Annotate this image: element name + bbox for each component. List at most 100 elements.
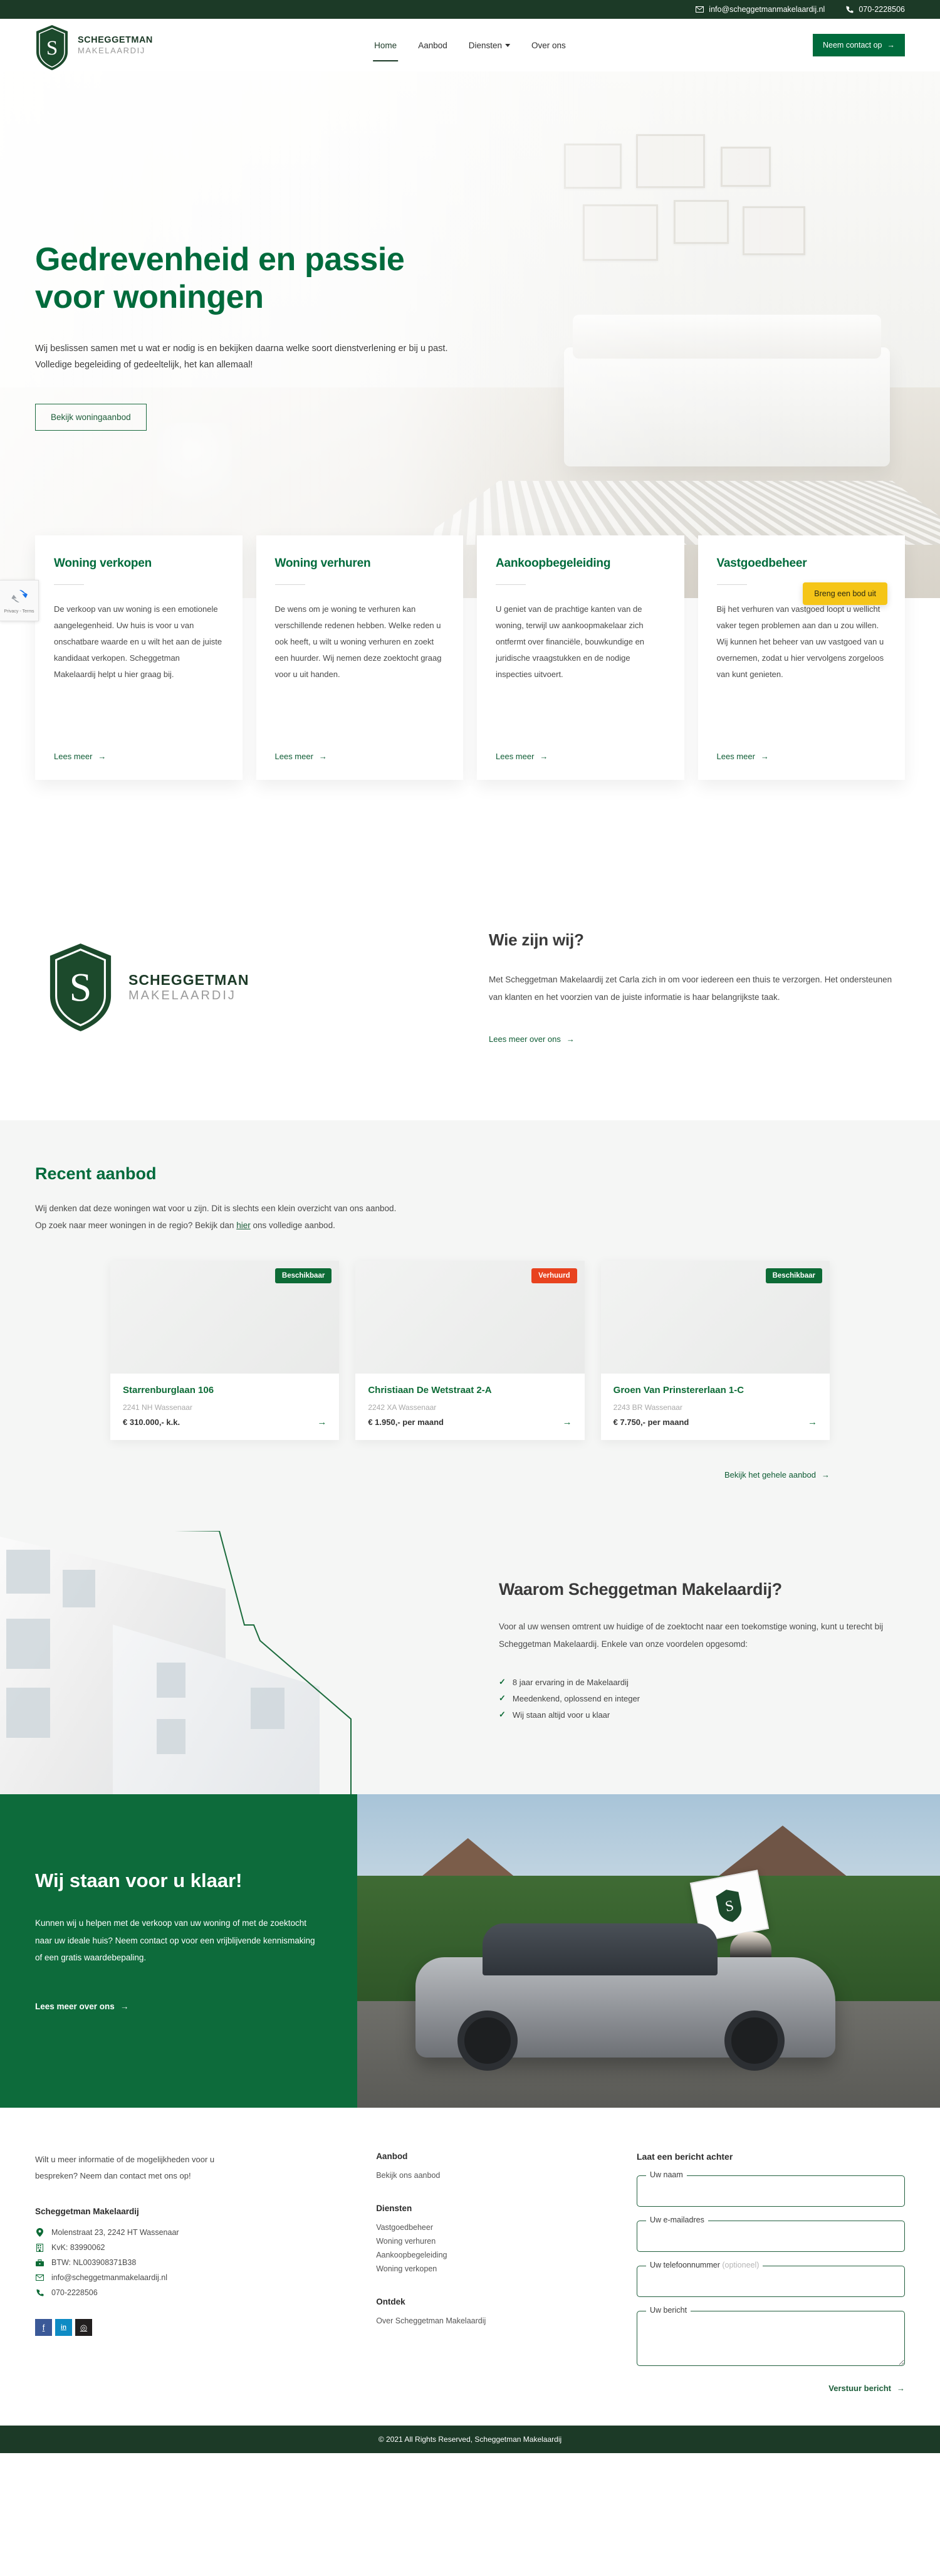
recent-inline-link[interactable]: hier	[236, 1221, 251, 1230]
recaptcha-separator: -	[19, 609, 21, 614]
divider	[274, 584, 305, 585]
recaptcha-badge[interactable]: Privacy - Terms	[0, 580, 39, 621]
arrow-right-icon: →	[897, 2384, 905, 2394]
footer-link[interactable]: Over Scheggetman Makelaardij	[376, 2314, 604, 2328]
facebook-icon[interactable]: f	[35, 2319, 52, 2337]
footer-detail-email[interactable]: info@scheggetmanmakelaardij.nl	[35, 2270, 343, 2285]
cta-heading: Wij staan voor u klaar!	[35, 1869, 243, 1892]
topbar-email-link[interactable]: info@scheggetmanmakelaardij.nl	[696, 5, 825, 14]
shield-logo-icon: S	[35, 24, 69, 71]
recaptcha-privacy-label[interactable]: Privacy	[4, 609, 18, 614]
about-heading: Wie zijn wij?	[489, 930, 584, 949]
property-image: Verhuurd	[355, 1261, 585, 1374]
arrow-right-icon: →	[562, 1417, 572, 1428]
about-read-more-label: Lees meer over ons	[489, 1034, 561, 1044]
brand-logo-link[interactable]: S SCHEGGETMAN MAKELAARDIJ	[35, 19, 153, 71]
divider	[54, 584, 84, 585]
recent-subtext-before: Op zoek naar meer woningen in de regio? …	[35, 1221, 237, 1231]
nav-item-over-ons[interactable]: Over ons	[530, 37, 567, 54]
property-card[interactable]: Beschikbaar Starrenburglaan 106 2241 NH …	[110, 1261, 340, 1441]
shield-logo-icon: S	[716, 1890, 742, 1922]
why-paragraph: Voor al uw wensen omtrent uw huidige of …	[499, 1622, 884, 1649]
footer-detail-phone[interactable]: 070-2228506	[35, 2285, 343, 2300]
service-read-more-label: Lees meer	[496, 752, 535, 761]
cta-content: Wij staan voor u klaar! Kunnen wij u hel…	[0, 1794, 357, 2108]
arrow-right-icon: →	[566, 1034, 575, 1044]
instagram-icon[interactable]: ◎	[75, 2319, 92, 2337]
email-input[interactable]	[637, 2221, 905, 2253]
name-input[interactable]	[637, 2175, 905, 2207]
service-card[interactable]: Woning verkopen De verkoop van uw woning…	[35, 535, 243, 780]
nav-item-home[interactable]: Home	[373, 37, 399, 61]
service-card[interactable]: Vastgoedbeheer Bij het verhuren van vast…	[697, 535, 905, 780]
property-zip: 2242 XA Wassenaar	[368, 1403, 437, 1412]
footer-link[interactable]: Aankoopbegeleiding	[376, 2248, 604, 2262]
site-footer: Wilt u meer informatie of de mogelijkhed…	[0, 2108, 940, 2426]
divider	[716, 584, 747, 585]
nav-item-diensten[interactable]: Diensten	[467, 37, 511, 54]
footer-detail-address: Molenstraat 23, 2242 HT Wassenaar	[35, 2225, 343, 2240]
property-zip: 2243 BR Wassenaar	[613, 1403, 682, 1412]
brand-name-secondary: MAKELAARDIJ	[78, 45, 145, 55]
phone-field-label-text: Uw telefoonnummer	[650, 2261, 720, 2270]
footer-link[interactable]: Woning verhuren	[376, 2234, 604, 2248]
submit-message-button[interactable]: Verstuur bericht →	[828, 2384, 905, 2393]
footer-link[interactable]: Bekijk ons aanbod	[376, 2169, 604, 2182]
why-list-item-label: Wij staan altijd voor u klaar	[512, 1710, 610, 1720]
svg-text:S: S	[46, 37, 58, 60]
service-card[interactable]: Woning verhuren De wens om je woning te …	[256, 535, 463, 780]
services-band: Woning verkopen De verkoop van uw woning…	[0, 535, 940, 786]
header-contact-button[interactable]: Neem contact op →	[813, 34, 905, 56]
briefcase-icon	[35, 2259, 44, 2266]
make-an-offer-button[interactable]: Breng een bod uit	[803, 582, 887, 605]
message-field-wrapper: Uw bericht	[637, 2306, 905, 2369]
service-read-more-link[interactable]: Lees meer →	[275, 752, 445, 761]
service-card-text: De wens om je woning te verhuren kan ver…	[274, 604, 442, 679]
service-card[interactable]: Aankoopbegeleiding U geniet van de prach…	[477, 535, 684, 780]
why-section: Waarom Scheggetman Makelaardij? Voor al …	[0, 1531, 940, 1795]
contact-form: Laat een bericht achter Uw naam Uw e-mai…	[637, 2152, 905, 2394]
email-field-label: Uw e-mailadres	[646, 2216, 708, 2225]
hero-paragraph: Wij beslissen samen met u wat er nodig i…	[35, 343, 448, 371]
linkedin-icon[interactable]: in	[55, 2319, 72, 2337]
phone-input[interactable]	[637, 2266, 905, 2298]
page-root: info@scheggetmanmakelaardij.nl 070-22285…	[0, 0, 940, 2454]
header-contact-button-label: Neem contact op	[823, 41, 882, 50]
footer-link[interactable]: Vastgoedbeheer	[376, 2221, 604, 2234]
phone-icon	[846, 6, 854, 13]
footer-detail-text: 070-2228506	[51, 2288, 98, 2298]
arrow-right-icon: →	[98, 752, 107, 761]
property-image: Beschikbaar	[600, 1261, 830, 1374]
about-read-more-link[interactable]: Lees meer over ons →	[489, 1034, 575, 1044]
service-read-more-link[interactable]: Lees meer →	[496, 752, 666, 761]
footer-group-heading: Diensten	[376, 2204, 412, 2214]
service-read-more-label: Lees meer	[716, 752, 755, 761]
property-title: Groen Van Prinstererlaan 1-C	[613, 1385, 744, 1396]
service-read-more-link[interactable]: Lees meer →	[54, 752, 224, 761]
view-all-listings-link[interactable]: Bekijk het gehele aanbod →	[724, 1470, 830, 1480]
recent-subtext-line1: Wij denken dat deze woningen wat voor u …	[35, 1203, 397, 1213]
topbar-phone-link[interactable]: 070-2228506	[846, 5, 905, 14]
arrow-right-icon: →	[120, 2002, 129, 2012]
message-textarea[interactable]	[637, 2311, 905, 2367]
service-read-more-link[interactable]: Lees meer →	[717, 752, 887, 761]
cta-read-more-link[interactable]: Lees meer over ons →	[35, 2002, 128, 2011]
recent-heading: Recent aanbod	[35, 1164, 157, 1183]
service-card-text: Bij het verhuren van vastgoed loopt u we…	[716, 604, 884, 679]
nav-item-diensten-label: Diensten	[468, 40, 503, 50]
property-price: € 1.950,- per maand	[368, 1417, 444, 1427]
recaptcha-terms-label[interactable]: Terms	[23, 609, 34, 614]
svg-text:S: S	[70, 965, 92, 1010]
property-card[interactable]: Verhuurd Christiaan De Wetstraat 2-A 224…	[355, 1261, 585, 1441]
hero-cta-button[interactable]: Bekijk woningaanbod	[35, 404, 147, 431]
hero-title: Gedrevenheid en passie voor woningen	[35, 241, 474, 317]
footer-link[interactable]: Woning verkopen	[376, 2262, 604, 2276]
main-navigation: Home Aanbod Diensten Over ons	[373, 37, 567, 61]
why-list-item: ✓ Wij staan altijd voor u klaar	[499, 1706, 905, 1723]
arrow-right-icon: →	[822, 1470, 830, 1480]
service-read-more-label: Lees meer	[54, 752, 93, 761]
social-links: f in ◎	[35, 2319, 343, 2337]
nav-item-aanbod[interactable]: Aanbod	[417, 37, 449, 54]
view-all-listings-label: Bekijk het gehele aanbod	[724, 1470, 816, 1480]
property-card[interactable]: Beschikbaar Groen Van Prinstererlaan 1-C…	[600, 1261, 830, 1441]
